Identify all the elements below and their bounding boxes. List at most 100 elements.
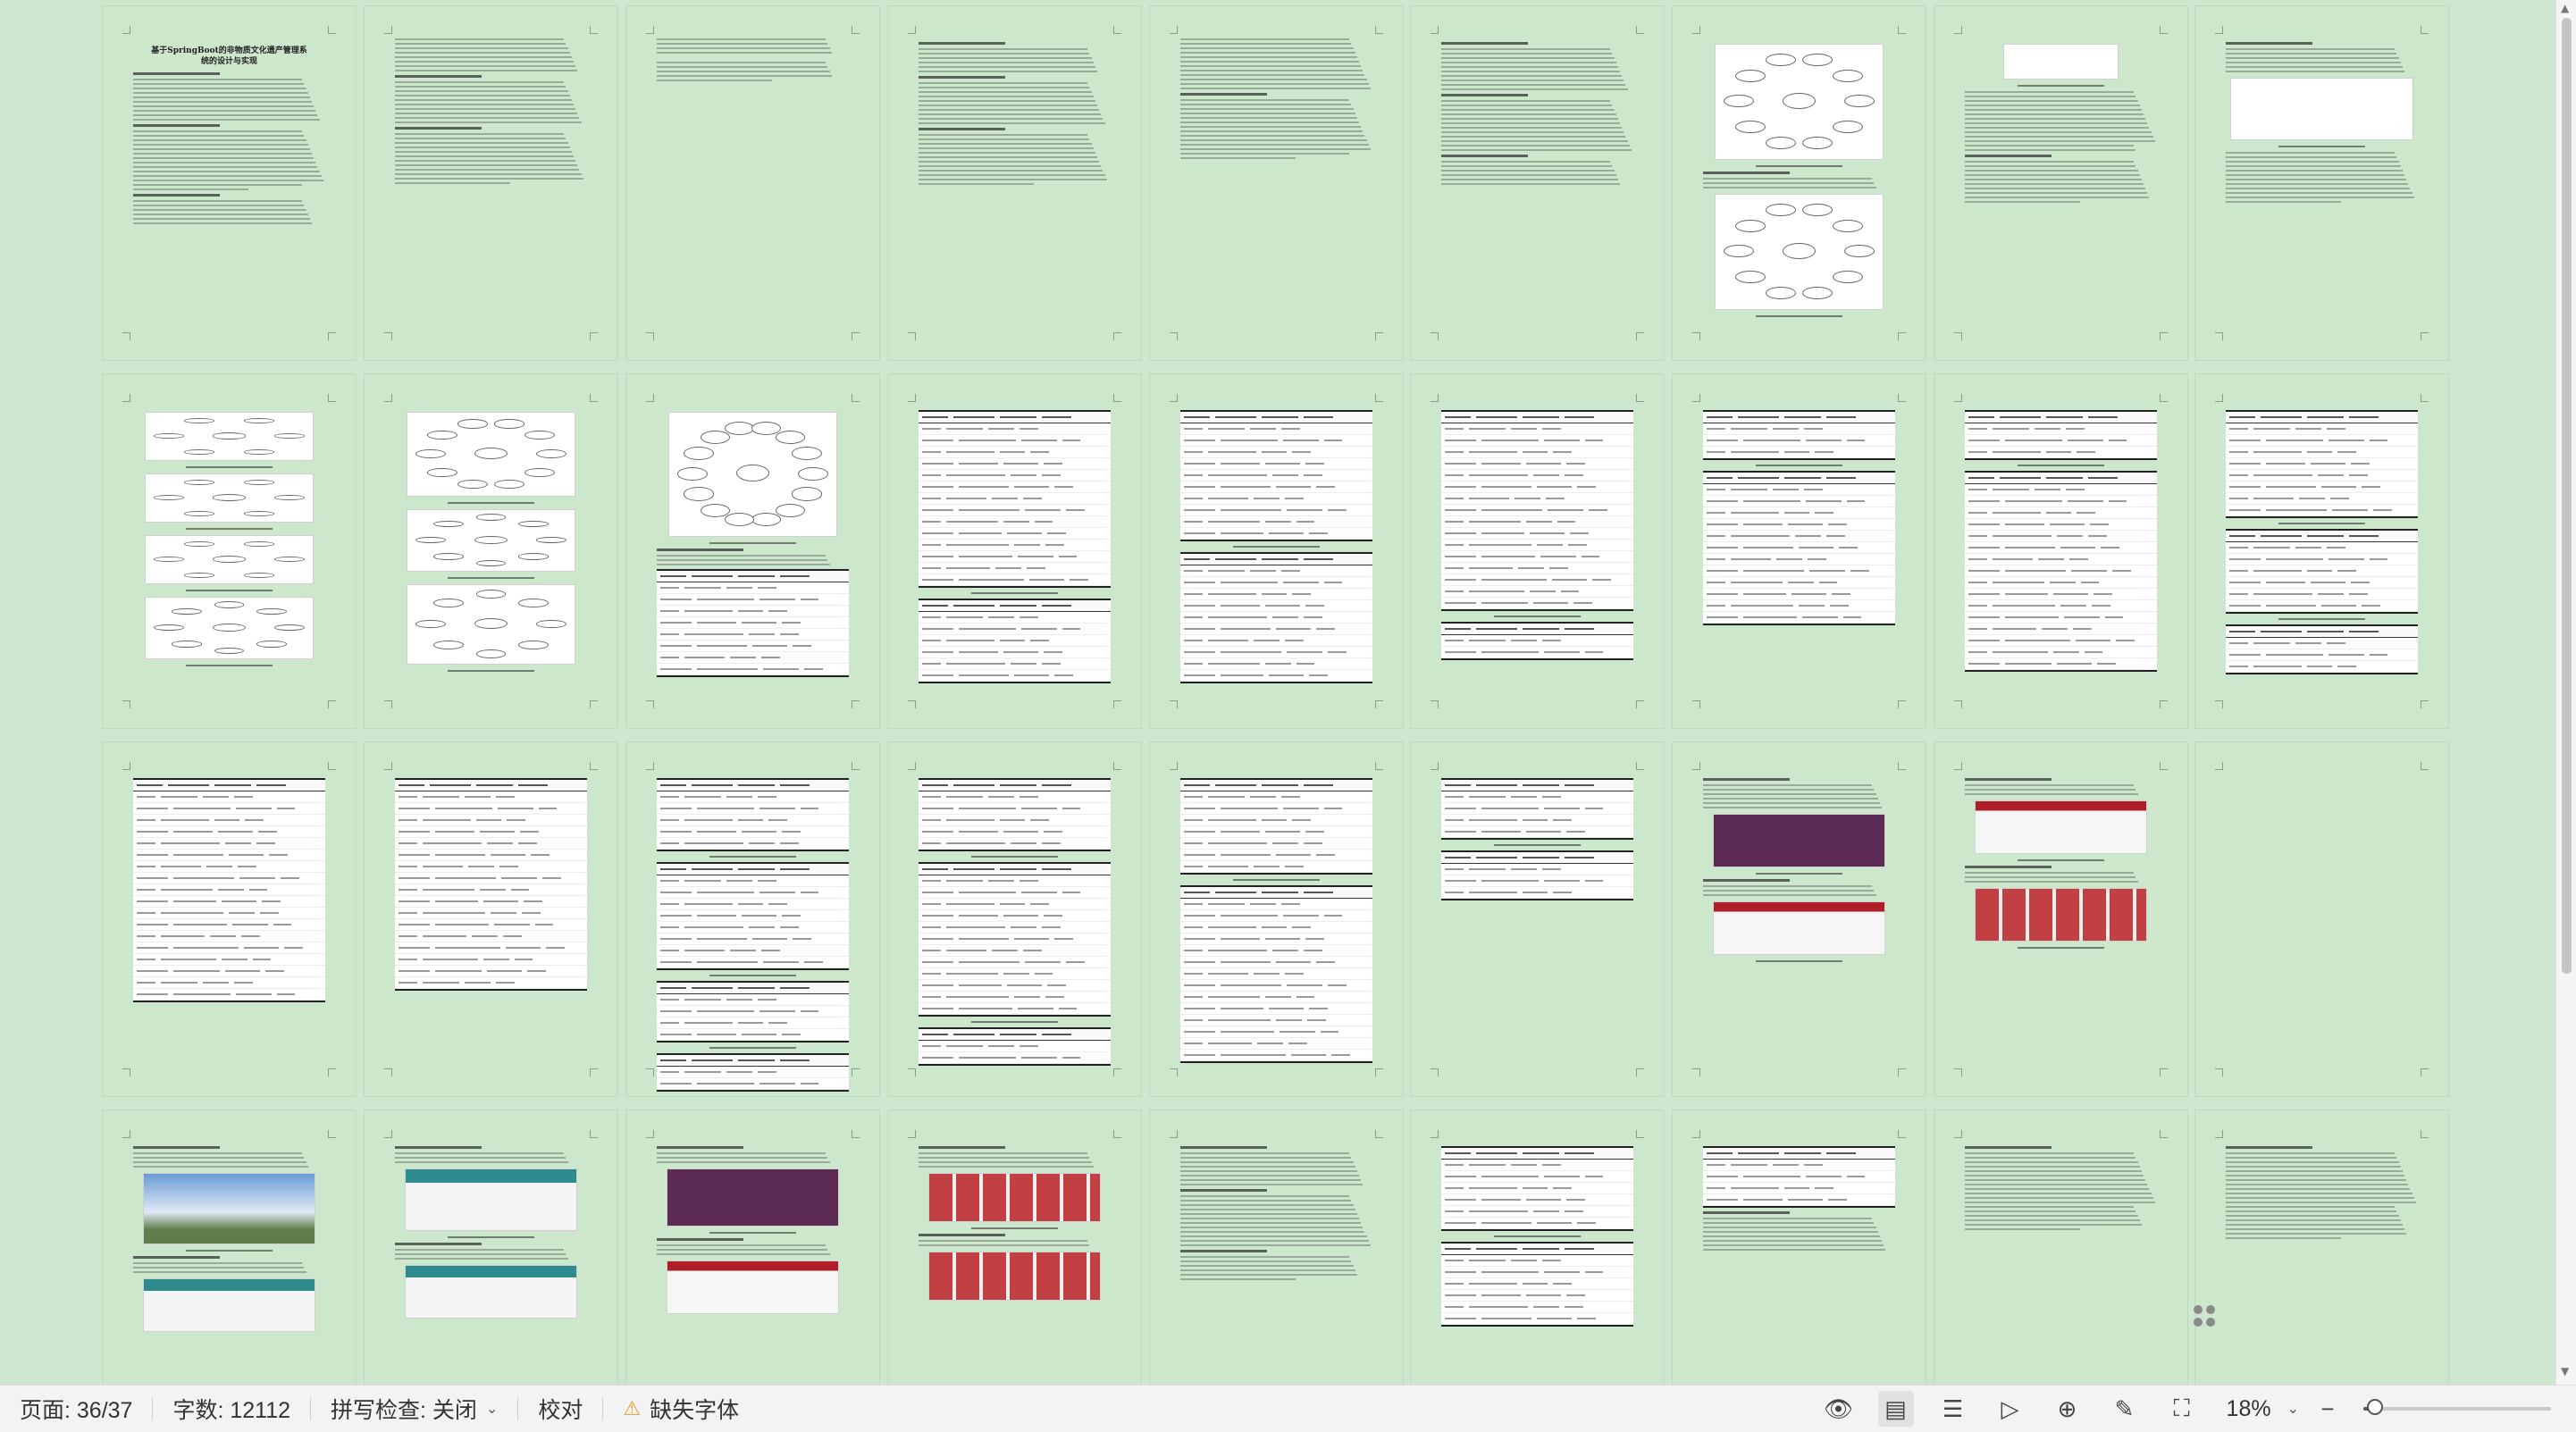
- page-thumbnail[interactable]: [887, 1110, 1142, 1385]
- crop-mark: [646, 1068, 654, 1076]
- page-thumbnail[interactable]: [625, 1110, 880, 1385]
- page-thumbnail[interactable]: [1410, 373, 1665, 729]
- page-content: [2226, 406, 2418, 678]
- table-thumbnail: [657, 778, 849, 851]
- page-content: [1180, 406, 1372, 687]
- page-thumbnail[interactable]: [102, 741, 357, 1097]
- page-thumbnail[interactable]: [625, 373, 880, 729]
- chevron-down-icon: ⌄: [485, 1402, 499, 1417]
- scroll-down-icon[interactable]: ▼: [2561, 1365, 2569, 1378]
- outline-icon[interactable]: ☰: [1935, 1391, 1971, 1427]
- crop-mark: [852, 26, 860, 34]
- crop-mark: [590, 1068, 598, 1076]
- crop-mark: [1636, 762, 1644, 770]
- figure-thumbnail: [142, 1173, 316, 1244]
- scrollbar-thumb[interactable]: [2562, 18, 2572, 974]
- zoom-slider[interactable]: [2363, 1399, 2551, 1415]
- page-thumbnail[interactable]: [1934, 741, 2188, 1097]
- page-content: [1180, 38, 1372, 162]
- spell-check-toggle[interactable]: 拼写检查: 关闭 ⌄: [311, 1393, 517, 1425]
- crop-mark: [2215, 26, 2223, 34]
- page-thumbnail[interactable]: [364, 5, 618, 361]
- page-thumbnail[interactable]: [625, 741, 880, 1097]
- page-content: [657, 38, 849, 84]
- crop-mark: [328, 26, 336, 34]
- crop-mark: [1636, 332, 1644, 340]
- crop-mark: [646, 394, 654, 402]
- crop-mark: [1954, 394, 1962, 402]
- fit-icon[interactable]: ⛶: [2164, 1391, 2200, 1427]
- zoom-slider-knob[interactable]: [2366, 1399, 2383, 1415]
- page-thumbnail[interactable]: [102, 373, 357, 729]
- page-thumbnail[interactable]: [2194, 741, 2449, 1097]
- page-indicator-label: 页面: 36/37: [20, 1398, 133, 1423]
- page-thumbnail[interactable]: 基于SpringBoot的非物质文化遗产管理系 统的设计与实现: [102, 5, 357, 361]
- page-content: [133, 775, 325, 1006]
- crop-mark: [1898, 332, 1906, 340]
- page-content: [1441, 775, 1633, 904]
- crop-mark: [852, 1130, 860, 1138]
- word-count[interactable]: 字数: 12112: [153, 1393, 310, 1425]
- document-thumbnail-grid[interactable]: 基于SpringBoot的非物质文化遗产管理系 统的设计与实现: [0, 0, 2555, 1385]
- crop-mark: [1898, 26, 1906, 34]
- page-thumbnail[interactable]: [887, 5, 1142, 361]
- crop-mark: [1113, 700, 1121, 708]
- page-indicator[interactable]: 页面: 36/37: [0, 1393, 152, 1425]
- page-thumbnail[interactable]: [364, 1110, 618, 1385]
- globe-icon[interactable]: ⊕: [2050, 1391, 2085, 1427]
- page-content: [2226, 1143, 2418, 1242]
- play-icon[interactable]: ▷: [1993, 1391, 2028, 1427]
- page-thumbnail[interactable]: [1934, 1110, 2188, 1385]
- proofread-button[interactable]: 校对: [518, 1393, 602, 1425]
- figure-thumbnail: [142, 1278, 316, 1332]
- navigation-dots-icon[interactable]: [2191, 1302, 2218, 1329]
- table-thumbnail: [919, 862, 1111, 1017]
- page-thumbnail[interactable]: [625, 5, 880, 361]
- page-thumbnail[interactable]: [1410, 5, 1665, 361]
- chevron-down-icon[interactable]: ⌄: [2287, 1400, 2299, 1418]
- page-thumbnail[interactable]: [887, 741, 1142, 1097]
- page-thumbnail[interactable]: [1672, 741, 1926, 1097]
- crop-mark: [1954, 1130, 1962, 1138]
- page-thumbnail[interactable]: [1672, 373, 1926, 729]
- crop-mark: [590, 762, 598, 770]
- page-thumbnail[interactable]: [2194, 5, 2449, 361]
- page-thumbnail[interactable]: [364, 373, 618, 729]
- warning-icon: ⚠: [623, 1397, 642, 1419]
- zoom-out-icon[interactable]: −: [2310, 1391, 2345, 1427]
- page-thumbnail[interactable]: [1149, 5, 1404, 361]
- crop-mark: [2421, 26, 2429, 34]
- page-thumbnail[interactable]: [2194, 373, 2449, 729]
- crop-mark: [1636, 700, 1644, 708]
- page-thumbnail[interactable]: [2194, 1110, 2449, 1385]
- page-thumbnail[interactable]: [1410, 741, 1665, 1097]
- crop-mark: [2160, 762, 2168, 770]
- page-thumbnail[interactable]: [1410, 1110, 1665, 1385]
- crop-mark: [1375, 1130, 1383, 1138]
- zoom-level[interactable]: 18%: [2227, 1396, 2271, 1422]
- crop-mark: [590, 1130, 598, 1138]
- vertical-scrollbar[interactable]: ▲ ▼: [2555, 0, 2576, 1385]
- page-thumbnail[interactable]: [1672, 1110, 1926, 1385]
- page-thumbnail[interactable]: [1149, 1110, 1404, 1385]
- eye-icon[interactable]: 👁: [1821, 1391, 1857, 1427]
- page-thumbnail[interactable]: [364, 741, 618, 1097]
- figure-thumbnail: [1974, 888, 2148, 942]
- crop-mark: [590, 700, 598, 708]
- missing-font-button[interactable]: ⚠ 缺失字体: [603, 1393, 759, 1425]
- page-content: [1441, 406, 1633, 664]
- crop-mark: [122, 394, 130, 402]
- crop-mark: [328, 700, 336, 708]
- page-thumbnail[interactable]: [887, 373, 1142, 729]
- page-view-icon[interactable]: ▤: [1877, 1391, 1914, 1427]
- page-thumbnail[interactable]: [1934, 373, 2188, 729]
- page-thumbnail[interactable]: [1149, 373, 1404, 729]
- page-thumbnail[interactable]: [1149, 741, 1404, 1097]
- pen-icon[interactable]: ✎: [2107, 1391, 2143, 1427]
- crop-mark: [328, 394, 336, 402]
- page-content: [1703, 775, 1895, 967]
- page-thumbnail[interactable]: [102, 1110, 357, 1385]
- scroll-up-icon[interactable]: ▲: [2561, 2, 2569, 14]
- page-thumbnail[interactable]: [1934, 5, 2188, 361]
- page-thumbnail[interactable]: [1672, 5, 1926, 361]
